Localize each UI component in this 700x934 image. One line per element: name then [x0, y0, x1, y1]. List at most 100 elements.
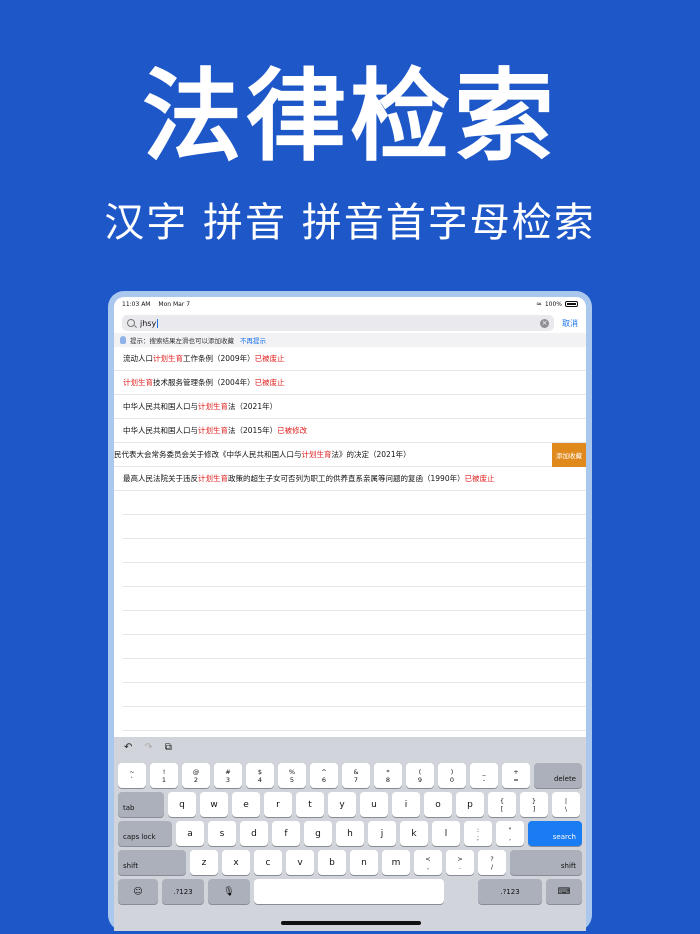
key[interactable]: e — [232, 792, 260, 817]
search-key[interactable]: search — [528, 821, 582, 846]
key-bottom: 7 — [353, 775, 359, 784]
key[interactable]: m — [382, 850, 410, 875]
numbers-left-key[interactable]: .?123 — [162, 879, 204, 904]
item-status: 已被废止 — [254, 354, 285, 363]
key[interactable]: f — [272, 821, 300, 846]
space-key[interactable] — [254, 879, 444, 904]
key-top: " — [508, 825, 512, 834]
key[interactable]: #3 — [214, 763, 242, 788]
key[interactable]: & 7 — [342, 763, 370, 788]
key[interactable]: o — [424, 792, 452, 817]
key[interactable]: | \ — [552, 792, 580, 817]
shift-right-key[interactable]: shift — [510, 850, 582, 875]
empty-row — [123, 659, 586, 683]
key[interactable]: z — [190, 850, 218, 875]
key[interactable]: $4 — [246, 763, 274, 788]
clear-icon[interactable]: × — [540, 318, 549, 328]
key-top: * — [386, 767, 390, 776]
key[interactable]: ^ 6 — [310, 763, 338, 788]
shift-left-key[interactable]: shift — [118, 850, 186, 875]
key[interactable]: + = — [502, 763, 530, 788]
key[interactable]: _ - — [470, 763, 498, 788]
item-highlight: 计划生育 — [123, 378, 153, 387]
key[interactable]: ", — [496, 821, 524, 846]
key-bottom: 6 — [321, 775, 327, 784]
key-top: _ — [482, 767, 486, 776]
key[interactable]: <, — [414, 850, 442, 875]
key[interactable]: @2 — [182, 763, 210, 788]
emoji-icon[interactable]: ☺ — [118, 879, 158, 904]
key[interactable]: y — [328, 792, 356, 817]
key[interactable]: h — [336, 821, 364, 846]
key[interactable]: a — [176, 821, 204, 846]
list-item[interactable]: 民代表大会常务委员会关于修改《中华人民共和国人口与 计划生育 法》的决定（2021年… — [114, 443, 586, 467]
empty-row — [123, 683, 586, 707]
key[interactable]: k — [400, 821, 428, 846]
caps-lock-key[interactable]: caps lock — [118, 821, 172, 846]
list-item[interactable]: 最高人民法院关于违反 计划生育 政策的超生子女可否列为职工的供养直系亲属等问题的复函… — [114, 467, 586, 491]
item-text: 法》的决定（2021年） — [331, 450, 411, 459]
numbers-right-key[interactable]: .?123 — [478, 879, 542, 904]
key[interactable]: u — [360, 792, 388, 817]
item-text: 工作条例（2009年） — [183, 354, 255, 363]
key[interactable]: ) 0 — [438, 763, 466, 788]
text-caret — [157, 318, 159, 328]
key-bottom: = — [513, 775, 519, 784]
empty-row — [123, 563, 586, 587]
microphone-icon[interactable]: 🎙 — [208, 879, 250, 904]
key-bottom: . — [458, 862, 462, 871]
key[interactable]: i — [392, 792, 420, 817]
item-highlight: 计划生育 — [198, 402, 228, 411]
hero-subtitle: 汉字 拼音 拼音首字母检索 — [104, 200, 596, 246]
key[interactable]: p — [456, 792, 484, 817]
keyboard-dismiss-icon[interactable]: ⌨ — [546, 879, 582, 904]
key[interactable]: g — [304, 821, 332, 846]
key[interactable]: >. — [446, 850, 474, 875]
paste-icon[interactable]: ⧉ — [165, 742, 172, 753]
key[interactable]: }] — [520, 792, 548, 817]
key[interactable]: ! 1 — [150, 763, 178, 788]
tab-key[interactable]: tab — [118, 792, 164, 817]
cancel-button[interactable]: 取消 — [562, 318, 578, 329]
key[interactable]: t — [296, 792, 324, 817]
key[interactable]: :; — [464, 821, 492, 846]
redo-icon[interactable]: ↷ — [144, 742, 152, 753]
key[interactable]: w — [200, 792, 228, 817]
key[interactable]: r — [264, 792, 292, 817]
undo-icon[interactable]: ↶ — [124, 742, 132, 753]
list-item[interactable]: 计划生育 技术服务管理条例（2004年） 已被废止 — [114, 371, 586, 395]
key-bottom: / — [490, 862, 494, 871]
delete-key[interactable]: delete — [534, 763, 582, 788]
key[interactable]: l — [432, 821, 460, 846]
hint-text: 提示：搜索结果左滑也可以添加收藏 — [130, 337, 234, 345]
item-text: 法（2021年） — [228, 402, 278, 411]
key[interactable]: n — [350, 850, 378, 875]
key[interactable]: v — [286, 850, 314, 875]
key-bottom: 4 — [257, 775, 263, 784]
list-item[interactable]: 中华人民共和国人口与 计划生育 法（2015年） 已被修改 — [114, 419, 586, 443]
key[interactable]: s — [208, 821, 236, 846]
list-item[interactable]: 中华人民共和国人口与 计划生育 法（2021年） — [114, 395, 586, 419]
key[interactable]: (9 — [406, 763, 434, 788]
dismiss-hint-button[interactable]: 不再提示 — [240, 335, 266, 345]
key[interactable]: c — [254, 850, 282, 875]
key[interactable]: j — [368, 821, 396, 846]
search-input[interactable]: jhsy × — [122, 315, 554, 331]
key[interactable]: q — [168, 792, 196, 817]
key[interactable]: ~ ` — [118, 763, 146, 788]
key[interactable]: % 5 — [278, 763, 306, 788]
key[interactable]: b — [318, 850, 346, 875]
key[interactable]: x — [222, 850, 250, 875]
key[interactable]: d — [240, 821, 268, 846]
key[interactable]: * 8 — [374, 763, 402, 788]
item-status: 已被废止 — [464, 474, 495, 483]
key[interactable]: ? / — [478, 850, 506, 875]
item-status: 已被废止 — [254, 378, 285, 387]
key[interactable]: {[ — [488, 792, 516, 817]
add-favorite-button[interactable]: 添加收藏 — [552, 443, 586, 467]
key-top: : — [476, 825, 480, 834]
key-bottom: 5 — [289, 775, 295, 784]
key-top: $ — [257, 767, 263, 776]
list-item[interactable]: 流动人口 计划生育 工作条例（2009年） 已被废止 — [114, 347, 586, 371]
key-top: | — [564, 796, 568, 805]
